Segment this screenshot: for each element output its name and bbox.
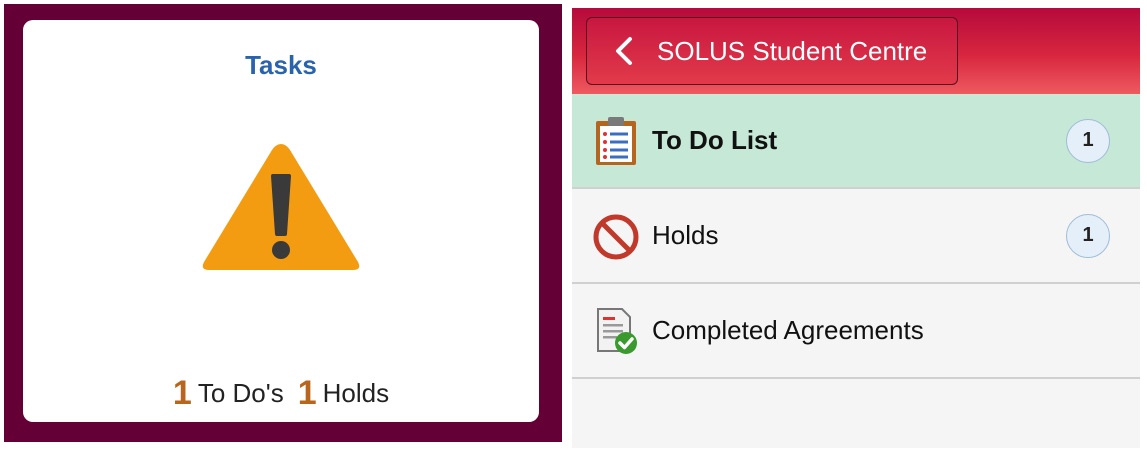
tile-footer: 1 To Do's 1 Holds bbox=[23, 374, 539, 413]
clipboard-list-icon bbox=[596, 116, 636, 165]
count-badge: 1 bbox=[1066, 213, 1110, 258]
holds-count: 1 bbox=[297, 374, 317, 412]
tasks-tile[interactable]: Tasks 1 To Do's 1 Holds bbox=[23, 20, 539, 422]
panel-header: SOLUS Student Centre bbox=[572, 8, 1140, 94]
todo-count: 1 bbox=[172, 374, 192, 412]
nav-item-label: To Do List bbox=[652, 125, 778, 155]
task-nav-panel: SOLUS Student Centre To Do List 1 Holds … bbox=[572, 8, 1140, 448]
nav-item-completed-agreements[interactable]: Completed Agreements bbox=[572, 284, 1140, 379]
holds-label: Holds bbox=[322, 378, 390, 408]
count-badge: 1 bbox=[1066, 118, 1110, 163]
tasks-tile-frame: Tasks 1 To Do's 1 Holds bbox=[4, 4, 562, 442]
no-entry-icon bbox=[593, 214, 639, 259]
todo-label: To Do's bbox=[197, 378, 284, 408]
nav-item-todo-list[interactable]: To Do List 1 bbox=[572, 94, 1140, 189]
nav-item-label: Holds bbox=[652, 220, 719, 250]
back-button-label: SOLUS Student Centre bbox=[657, 35, 928, 66]
nav-item-label: Completed Agreements bbox=[652, 315, 924, 345]
back-button[interactable]: SOLUS Student Centre bbox=[586, 17, 958, 85]
warning-icon bbox=[202, 144, 360, 270]
nav-item-holds[interactable]: Holds 1 bbox=[572, 189, 1140, 284]
document-check-icon bbox=[597, 307, 637, 354]
chevron-left-icon bbox=[616, 37, 632, 65]
tile-title: Tasks bbox=[245, 50, 317, 80]
